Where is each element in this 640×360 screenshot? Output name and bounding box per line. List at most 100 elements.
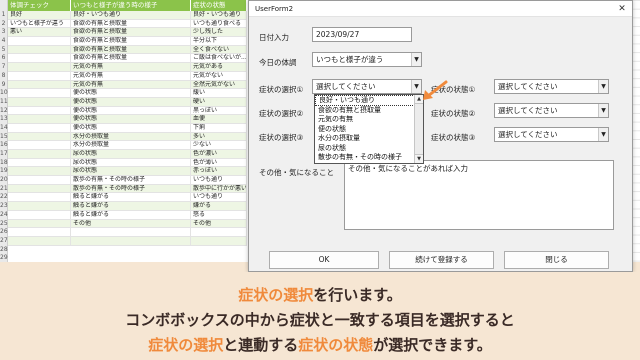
- symptom-state-2-combobox[interactable]: 選択してください ▼: [494, 103, 609, 118]
- table-cell[interactable]: [8, 106, 71, 115]
- table-cell[interactable]: [191, 236, 247, 245]
- table-cell[interactable]: 少ない: [191, 141, 247, 149]
- table-cell[interactable]: 少し残した: [191, 28, 247, 37]
- table-cell[interactable]: いつも通り食べる: [191, 19, 247, 28]
- table-cell[interactable]: 食欲の有無と摂取量: [71, 28, 191, 37]
- table-cell[interactable]: 尿の状態: [71, 150, 191, 158]
- table-cell[interactable]: [8, 150, 71, 158]
- row-number[interactable]: 16: [0, 141, 8, 150]
- date-input[interactable]: 2023/09/27: [312, 27, 412, 42]
- table-cell[interactable]: 触ると嫌がる: [71, 202, 191, 210]
- row-number[interactable]: 19: [0, 167, 8, 176]
- table-cell[interactable]: [8, 71, 71, 80]
- table-cell[interactable]: 元気の有無: [71, 80, 191, 89]
- table-cell[interactable]: 尿の状態: [71, 167, 191, 176]
- row-number[interactable]: 6: [0, 54, 7, 63]
- row-number[interactable]: 22: [0, 193, 8, 202]
- dropdown-option[interactable]: 便の状態: [315, 125, 423, 135]
- row-number[interactable]: 10: [0, 89, 8, 98]
- table-cell[interactable]: 赤っぽい: [191, 167, 247, 176]
- other-textarea[interactable]: その他・気になることがあれば入力: [344, 160, 614, 230]
- dropdown-option[interactable]: 水分の摂取量: [315, 134, 423, 144]
- table-cell[interactable]: 尿の状態: [71, 158, 191, 167]
- row-number[interactable]: 9: [0, 81, 7, 90]
- header-cell-state[interactable]: 症状の状態: [191, 0, 247, 11]
- table-cell[interactable]: [8, 54, 71, 63]
- row-number[interactable]: 29: [0, 254, 8, 262]
- close-icon[interactable]: ✕: [612, 4, 632, 14]
- table-cell[interactable]: その他: [71, 219, 191, 228]
- table-cell[interactable]: 黒っぽい: [191, 106, 247, 115]
- table-cell[interactable]: 便の状態: [71, 115, 191, 123]
- table-cell[interactable]: 元気がない: [191, 71, 247, 80]
- table-cell[interactable]: 色が薄い: [191, 158, 247, 167]
- table-cell[interactable]: いつも通り: [191, 193, 247, 202]
- table-cell[interactable]: [8, 80, 71, 89]
- table-cell[interactable]: 散歩の有無・その時の様子: [71, 184, 191, 193]
- row-number[interactable]: 7: [0, 63, 7, 72]
- table-cell[interactable]: [8, 202, 71, 210]
- table-cell[interactable]: [8, 141, 71, 149]
- row-number[interactable]: 20: [0, 176, 8, 185]
- row-number[interactable]: 26: [0, 228, 8, 237]
- table-cell[interactable]: いつもと様子が違う: [8, 19, 71, 28]
- table-cell[interactable]: 触ると嫌がる: [71, 193, 191, 202]
- table-cell[interactable]: 半分以下: [191, 37, 247, 45]
- table-cell[interactable]: [191, 228, 247, 236]
- table-cell[interactable]: [8, 45, 71, 54]
- symptom-select-1-combobox[interactable]: 選択してください ▼: [312, 79, 422, 94]
- table-cell[interactable]: 散歩の有無・その時の様子: [71, 176, 191, 184]
- table-cell[interactable]: 全く食べない: [191, 45, 247, 54]
- table-cell[interactable]: 食欲の有無と摂取量: [71, 54, 191, 63]
- row-number[interactable]: 13: [0, 115, 8, 124]
- table-cell[interactable]: 緩い: [191, 89, 247, 97]
- table-cell[interactable]: [71, 236, 191, 245]
- dropdown-option[interactable]: 食欲の有無と摂取量: [315, 106, 423, 116]
- table-cell[interactable]: [8, 167, 71, 176]
- table-cell[interactable]: 悪い: [8, 28, 71, 37]
- table-cell[interactable]: 食欲の有無と摂取量: [71, 45, 191, 54]
- symptom-state-1-combobox[interactable]: 選択してください ▼: [494, 79, 609, 94]
- symptom-state-3-combobox[interactable]: 選択してください ▼: [494, 127, 609, 142]
- row-number[interactable]: 11: [0, 98, 8, 107]
- row-number[interactable]: 18: [0, 159, 8, 168]
- row-number[interactable]: 1: [0, 11, 7, 20]
- symptom-dropdown-list[interactable]: 良好・いつも通り 食欲の有無と摂取量 元気の有無 便の状態 水分の摂取量 尿の状態 散歩の有…: [314, 94, 424, 164]
- table-cell[interactable]: [8, 236, 71, 245]
- header-cell-symptom[interactable]: いつもと様子が違う時の様子: [71, 0, 191, 11]
- table-cell[interactable]: 硬い: [191, 97, 247, 106]
- dropdown-option[interactable]: 散歩の有無・その時の様子: [315, 153, 423, 163]
- dropdown-option[interactable]: 元気の有無: [315, 115, 423, 125]
- table-cell[interactable]: 水分の摂取量: [71, 141, 191, 149]
- table-cell[interactable]: 元気の有無: [71, 71, 191, 80]
- chevron-down-icon[interactable]: ▼: [598, 128, 608, 141]
- table-cell[interactable]: [8, 176, 71, 184]
- table-cell[interactable]: 元気の有無: [71, 63, 191, 71]
- close-button[interactable]: 閉じる: [504, 251, 609, 269]
- table-cell[interactable]: [8, 89, 71, 97]
- row-number[interactable]: 3: [0, 28, 7, 37]
- row-number[interactable]: 25: [0, 220, 8, 229]
- table-cell[interactable]: 下痢: [191, 123, 247, 132]
- table-cell[interactable]: 良好・いつも通り: [191, 11, 247, 19]
- table-cell[interactable]: 食欲の有無と摂取量: [71, 19, 191, 28]
- ok-button[interactable]: OK: [269, 251, 379, 269]
- row-number[interactable]: 2: [0, 20, 7, 29]
- table-cell[interactable]: [8, 97, 71, 106]
- dropdown-option[interactable]: 良好・いつも通り: [315, 95, 423, 106]
- row-number[interactable]: 24: [0, 211, 8, 220]
- table-cell[interactable]: [8, 123, 71, 132]
- row-number[interactable]: 21: [0, 185, 8, 194]
- table-cell[interactable]: 元気がある: [191, 63, 247, 71]
- table-cell[interactable]: [8, 158, 71, 167]
- table-cell[interactable]: 散歩中に行かが悪い: [191, 184, 247, 193]
- chevron-down-icon[interactable]: ▼: [411, 53, 421, 66]
- table-cell[interactable]: [8, 132, 71, 141]
- table-cell[interactable]: 全然元気がない: [191, 80, 247, 89]
- table-cell[interactable]: 水分の摂取量: [71, 132, 191, 141]
- table-cell[interactable]: 良好: [8, 11, 71, 19]
- table-cell[interactable]: 怒る: [191, 210, 247, 219]
- row-number[interactable]: 23: [0, 202, 8, 211]
- table-cell[interactable]: 良好・いつも通り: [71, 11, 191, 19]
- continue-register-button[interactable]: 続けて登録する: [389, 251, 494, 269]
